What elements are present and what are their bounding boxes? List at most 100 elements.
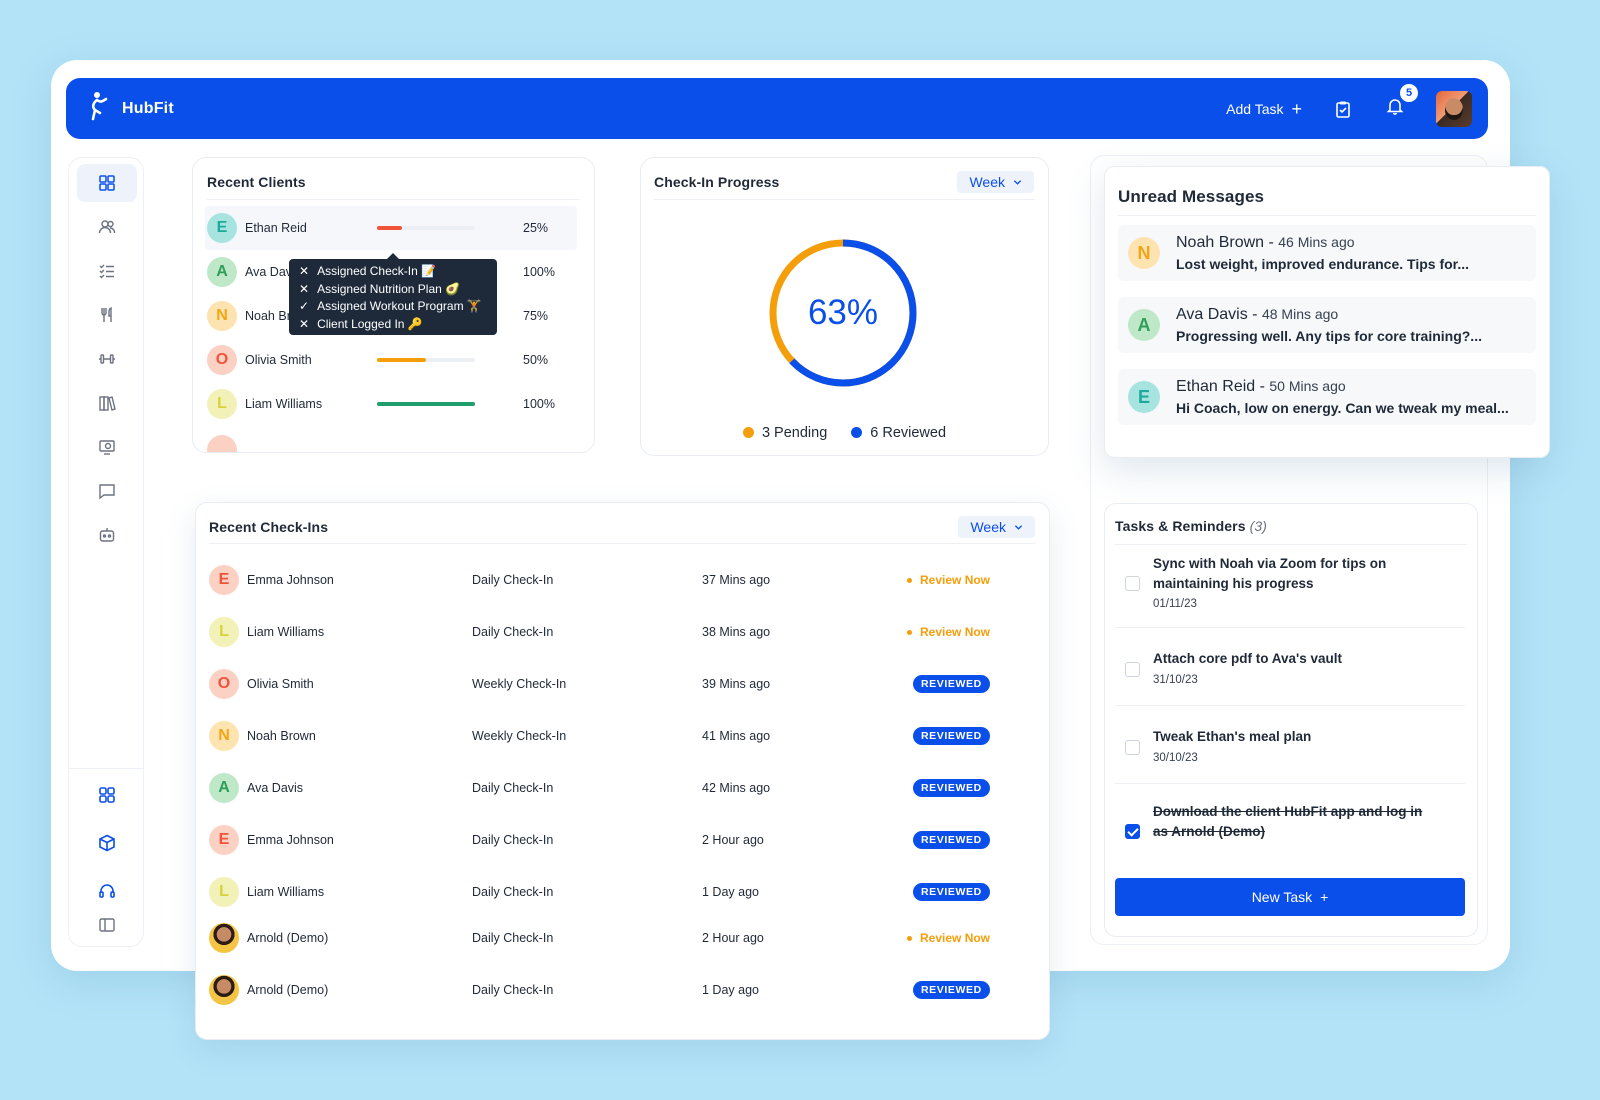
sidebar-divider (69, 768, 143, 769)
task-checkbox[interactable] (1125, 576, 1140, 591)
task-date: 30/10/23 (1153, 752, 1198, 764)
robot-icon[interactable] (77, 516, 137, 554)
checkin-time: 1 Day ago (702, 983, 759, 997)
checkin-row[interactable]: L Liam Williams Daily Check-In 38 Mins ago R… (209, 617, 1009, 647)
checkin-row[interactable]: O Olivia Smith Weekly Check-In 39 Mins ago R… (209, 669, 1009, 699)
top-navigation-bar: HubFit Add Task + 5 (66, 78, 1488, 139)
checkin-progress-card: Check-In Progress Week 63% 3 Pending 6 R… (640, 157, 1049, 456)
task-date: 01/11/23 (1153, 598, 1197, 610)
client-initial: N (209, 721, 239, 751)
client-row[interactable]: L Liam Williams 100% (205, 382, 577, 426)
client-initial: N (207, 301, 237, 331)
client-initial: O (209, 669, 239, 699)
task-checkbox[interactable] (1125, 662, 1140, 677)
hubfit-figure-icon (88, 91, 110, 126)
clipboard-check-icon[interactable] (1332, 98, 1354, 120)
plus-icon: + (1291, 98, 1302, 119)
client-row[interactable]: E Ethan Reid 25% (205, 206, 577, 250)
add-task-button[interactable]: Add Task + (1226, 100, 1302, 118)
dumbbell-icon[interactable] (77, 340, 137, 378)
client-progress-bar (377, 358, 475, 362)
checkin-type: Weekly Check-In (472, 729, 567, 743)
legend-reviewed: 6 Reviewed (851, 425, 946, 441)
tasks-title: Tasks & Reminders (3) (1115, 518, 1268, 534)
client-name: Noah Brown (247, 729, 316, 743)
divider (654, 199, 1035, 200)
checkin-time: 37 Mins ago (702, 573, 771, 587)
task-checkbox[interactable] (1125, 824, 1140, 839)
message-item[interactable]: E Ethan Reid - 50 Mins ago Hi Coach, low o… (1118, 369, 1536, 425)
apps-icon[interactable] (77, 776, 137, 814)
reviewed-badge: REVIEWED (913, 981, 990, 999)
tasks-reminders-card: Tasks & Reminders (3) Sync with Noah via… (1104, 503, 1478, 937)
support-icon[interactable] (77, 872, 137, 910)
tooltip-item: ✕ Assigned Nutrition Plan 🥑 (299, 281, 487, 299)
client-initial: A (209, 773, 239, 803)
task-checkbox[interactable] (1125, 740, 1140, 755)
new-task-button[interactable]: New Task + (1115, 878, 1465, 916)
checkin-row[interactable]: E Emma Johnson Daily Check-In 2 Hour ago REV… (209, 825, 1009, 855)
sender-name: Noah Brown - (1176, 234, 1279, 251)
client-row[interactable]: O Olivia Smith 50% (205, 338, 577, 382)
cube-icon[interactable] (77, 824, 137, 862)
task-text: Download the client HubFit app and log i… (1153, 804, 1423, 839)
review-now-link[interactable]: Review Now (907, 625, 990, 639)
review-now-link[interactable]: Review Now (907, 573, 990, 587)
checkin-row[interactable]: Arnold (Demo) Daily Check-In 1 Day ago REVI… (209, 975, 1009, 1005)
task-item: Tweak Ethan's meal plan 30/10/23 (1115, 706, 1465, 784)
progress-fill (377, 226, 402, 230)
legend-pending: 3 Pending (742, 425, 827, 441)
message-time: 50 Mins ago (1269, 378, 1346, 394)
review-now-link[interactable]: Review Now (907, 931, 990, 945)
divider (1115, 544, 1467, 545)
client-initial: E (209, 565, 239, 595)
recent-clients-title: Recent Clients (207, 174, 306, 190)
reviewed-badge: REVIEWED (913, 831, 990, 849)
dashboard-grid-icon[interactable] (77, 164, 137, 202)
message-header: Ava Davis - 48 Mins ago (1176, 306, 1482, 324)
video-icon[interactable] (77, 428, 137, 466)
add-task-label: Add Task (1226, 100, 1284, 117)
checklist-icon[interactable] (77, 252, 137, 290)
checkin-time: 42 Mins ago (702, 781, 771, 795)
panel-toggle-icon[interactable] (77, 906, 137, 944)
checkin-type: Weekly Check-In (472, 677, 567, 691)
library-icon[interactable] (77, 384, 137, 422)
sidebar (68, 157, 144, 947)
client-avatar (209, 923, 239, 953)
checkin-time: 2 Hour ago (702, 833, 764, 847)
reviewed-badge: REVIEWED (913, 727, 990, 745)
checkin-row[interactable]: Arnold (Demo) Daily Check-In 2 Hour ago Rev… (209, 923, 1009, 953)
checkin-row[interactable]: E Emma Johnson Daily Check-In 37 Mins ago Re… (209, 565, 1009, 595)
user-avatar[interactable] (1436, 90, 1472, 127)
client-name: Liam Williams (245, 397, 323, 411)
client-name: Arnold (Demo) (247, 983, 329, 997)
checkin-row[interactable]: N Noah Brown Weekly Check-In 41 Mins ago REV… (209, 721, 1009, 751)
checkin-row[interactable]: L Liam Williams Daily Check-In 1 Day ago REV… (209, 877, 1009, 907)
progress-fill (377, 402, 475, 406)
reviewed-badge: REVIEWED (913, 675, 990, 693)
brand[interactable]: HubFit (88, 91, 174, 126)
period-select[interactable]: Week (958, 516, 1035, 538)
client-row-partial[interactable] (205, 428, 577, 452)
notifications-button[interactable]: 5 (1384, 83, 1418, 120)
client-initial: O (207, 345, 237, 375)
client-progress-percent: 75% (523, 309, 549, 323)
sender-initial: A (1128, 309, 1160, 341)
checkin-type: Daily Check-In (472, 573, 554, 587)
chat-icon[interactable] (77, 472, 137, 510)
users-icon[interactable] (77, 208, 137, 246)
message-preview: Hi Coach, low on energy. Can we tweak my… (1176, 400, 1509, 416)
recent-checkins-title: Recent Check-Ins (209, 519, 329, 535)
period-select[interactable]: Week (957, 171, 1034, 193)
plus-icon: + (1320, 889, 1329, 905)
message-item[interactable]: N Noah Brown - 46 Mins ago Lost weight, im… (1118, 225, 1536, 281)
checkin-row[interactable]: A Ava Davis Daily Check-In 42 Mins ago REVIE… (209, 773, 1009, 803)
notification-count-badge: 5 (1400, 83, 1418, 102)
divider (209, 543, 1036, 544)
fork-knife-icon[interactable] (77, 296, 137, 334)
sender-name: Ava Davis - (1176, 306, 1262, 323)
message-item[interactable]: A Ava Davis - 48 Mins ago Progressing well… (1118, 297, 1536, 353)
pending-dot-icon (742, 427, 754, 438)
client-name: Olivia Smith (247, 677, 314, 691)
